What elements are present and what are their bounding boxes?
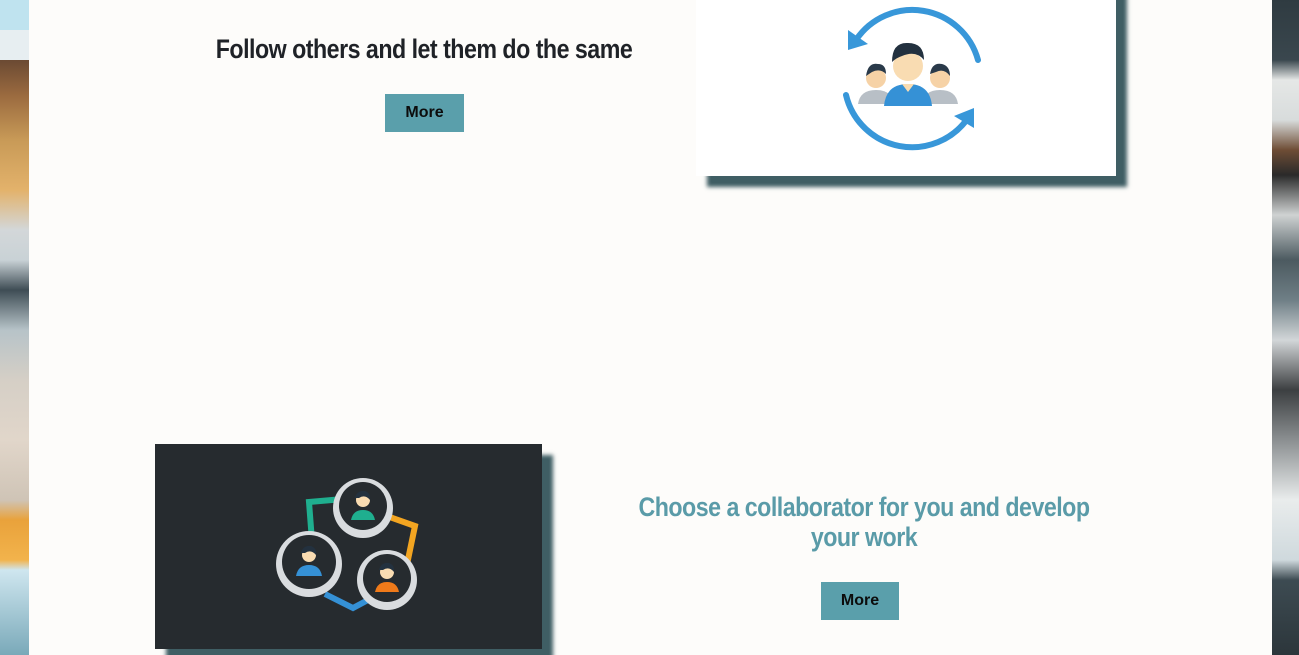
background-photo-right [1272,0,1299,655]
background-photo-left [0,0,29,655]
collaborator-image-card [155,444,542,649]
follow-users-cycle-icon [843,6,981,151]
section-heading-collaborator: Choose a collaborator for you and develo… [638,492,1090,552]
content-panel: Follow others and let them do the same M… [29,0,1272,655]
collaboration-network-icon [276,478,419,612]
follow-image-card [696,0,1116,176]
section-heading-follow: Follow others and let them do the same [215,34,633,64]
more-button-collaborator[interactable]: More [821,582,899,620]
more-button-follow[interactable]: More [385,94,464,132]
